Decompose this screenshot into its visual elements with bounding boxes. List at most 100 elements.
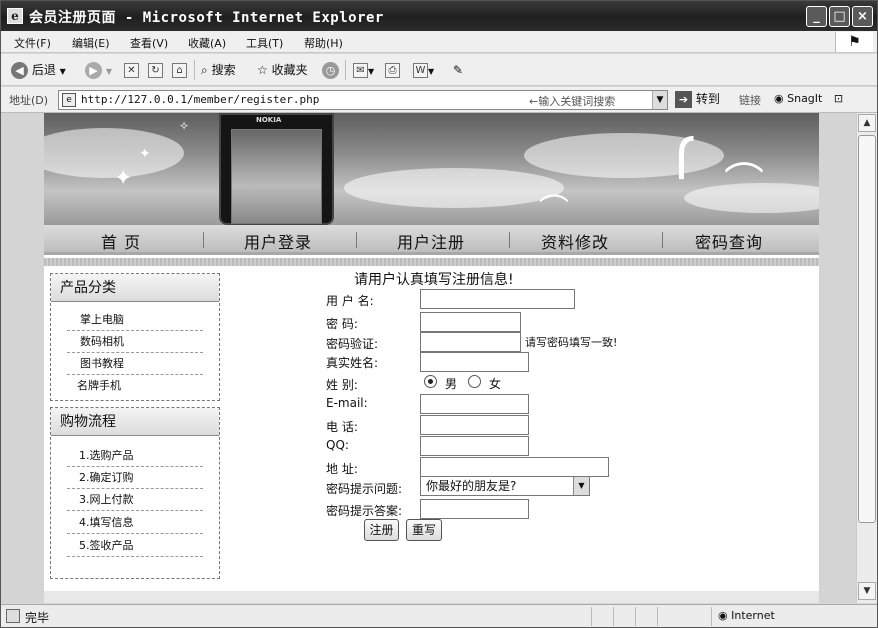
register-button[interactable]: 注册 [364,519,399,541]
nav-profile-edit[interactable]: 资料修改 [541,229,609,253]
category-item[interactable]: 图书教程 [67,354,203,375]
form-title: 请用户认真填写注册信息! [354,272,514,288]
nav-login[interactable]: 用户登录 [244,229,312,253]
go-button[interactable]: ➔ 转到 [675,90,720,108]
menu-tools[interactable]: 工具(T) [246,35,283,51]
security-zone: ◉ Internet [718,609,775,622]
phone-image: NOKIA [219,113,334,225]
menu-edit[interactable]: 编辑(E) [72,35,110,51]
forward-button[interactable]: ▶ ▼ [85,61,112,79]
gender-male-radio[interactable] [424,375,437,388]
ie-icon: e [7,8,23,24]
snagit-button[interactable]: ◉ SnagIt ⊡ [774,92,843,105]
menu-file[interactable]: 文件(F) [14,35,51,51]
realname-input[interactable] [420,352,529,372]
header-banner: ✦ ✦ ✧ NOKIA 𐑝 ⌒ ⌒ [44,113,819,225]
keyword-search-hint: ←输入关键词搜索 [529,95,616,108]
sparkle-icon: ✧ [179,119,190,133]
stop-button[interactable]: ✕ [124,61,139,79]
title-bar: e 会员注册页面 - Microsoft Internet Explorer _… [1,1,877,31]
search-button[interactable]: ⌕ 搜索 [201,61,236,79]
seagull-icon: 𐑝 [674,115,695,180]
scroll-down-icon[interactable]: ▼ [858,582,876,600]
process-step[interactable]: 5.签收产品 [67,536,203,557]
process-step[interactable]: 4.填写信息 [67,513,203,534]
category-item[interactable]: 数码相机 [67,332,203,353]
username-input[interactable] [420,289,575,309]
password-input[interactable] [420,312,521,332]
snagit-icon: ◉ [774,92,784,105]
password-answer-input[interactable] [420,499,529,519]
nav-home[interactable]: 首 页 [101,229,141,253]
toolbar-separator [194,60,195,80]
address-dropdown-icon[interactable]: ▼ [652,91,667,109]
shopping-process-title: 购物流程 [51,408,219,436]
process-step[interactable]: 3.网上付款 [67,490,203,511]
page-footer [44,591,819,603]
sparkle-icon: ✦ [114,166,133,191]
maximize-button[interactable]: □ [829,6,850,27]
back-button[interactable]: ◀ 后退 ▼ [11,61,66,79]
phone-input[interactable] [420,415,529,435]
address-input[interactable]: e http://127.0.0.1/member/register.php ←… [58,90,668,110]
category-item[interactable]: 名牌手机 [67,376,203,397]
edit-button[interactable]: W ▼ [413,61,434,79]
scroll-up-icon[interactable]: ▲ [858,114,876,132]
status-bar: 完毕 ◉ Internet [1,604,877,627]
minimize-button[interactable]: _ [806,6,827,27]
process-step[interactable]: 2.确定订购 [67,468,203,489]
zone-label: Internet [731,609,775,622]
snagit-capture-icon[interactable]: ⊡ [834,92,843,105]
vertical-scrollbar[interactable]: ▲ ▼ [856,113,877,603]
forward-arrow-icon: ▶ [85,62,102,79]
email-input[interactable] [420,394,529,414]
favorites-button[interactable]: ☆ 收藏夹 [257,61,308,79]
address-url[interactable]: http://127.0.0.1/member/register.php [81,93,319,106]
search-label: 搜索 [211,63,236,77]
forward-dropdown-icon[interactable]: ▼ [106,67,112,76]
sparkle-icon: ✦ [139,146,151,162]
password-question-value: 你最好的朋友是? [426,479,517,493]
address-label: 地 址: [326,462,358,476]
status-divider [711,607,712,626]
confirm-password-input[interactable] [420,332,521,352]
phone-brand: NOKIA [256,116,282,124]
address-input-field[interactable] [420,457,609,477]
nav-register[interactable]: 用户注册 [397,229,465,253]
qq-input[interactable] [420,436,529,456]
process-step[interactable]: 1.选购产品 [67,446,203,467]
close-button[interactable]: × [852,6,873,27]
status-divider [635,607,636,626]
reset-button[interactable]: 重写 [406,519,442,541]
shopping-process-panel: 购物流程 1.选购产品 2.确定订购 3.网上付款 4.填写信息 5.签收产品 [50,407,220,579]
back-label: 后退 [31,63,56,77]
history-icon: ◷ [322,62,339,79]
qq-label: QQ: [326,438,349,452]
back-dropdown-icon[interactable]: ▼ [60,67,66,76]
refresh-button[interactable]: ↻ [148,61,163,79]
nav-password-query[interactable]: 密码查询 [695,229,763,253]
home-button[interactable]: ⌂ [172,61,187,79]
chevron-down-icon[interactable]: ▼ [573,477,589,495]
address-label: 地址(D) [9,94,49,107]
phone-screen [231,129,322,224]
phone-label: 电 话: [326,420,358,434]
password-question-select[interactable]: 你最好的朋友是? ▼ [420,476,590,496]
mail-dropdown-icon[interactable]: ▼ [368,67,374,76]
messenger-icon: ✎ [453,63,464,77]
mail-button[interactable]: ✉ ▼ [353,61,374,79]
edit-dropdown-icon[interactable]: ▼ [428,67,434,76]
menu-help[interactable]: 帮助(H) [304,35,343,51]
confirm-password-note: 请写密码填写一致! [525,336,618,349]
menu-favorites[interactable]: 收藏(A) [188,35,226,51]
messenger-button[interactable]: ✎ [453,61,463,79]
links-button[interactable]: 链接 [739,92,761,108]
scroll-thumb[interactable] [858,135,876,523]
category-item[interactable]: 掌上电脑 [67,310,203,331]
gender-female-radio[interactable] [468,375,481,388]
print-button[interactable]: ⎙ [385,61,400,79]
confirm-password-label: 密码验证: [326,337,379,351]
history-button[interactable]: ◷ [322,61,339,79]
menu-view[interactable]: 查看(V) [130,35,168,51]
page-viewport: ✦ ✦ ✧ NOKIA 𐑝 ⌒ ⌒ 首 页 用户登录 用户注册 资料修改 密码查… [1,113,877,603]
